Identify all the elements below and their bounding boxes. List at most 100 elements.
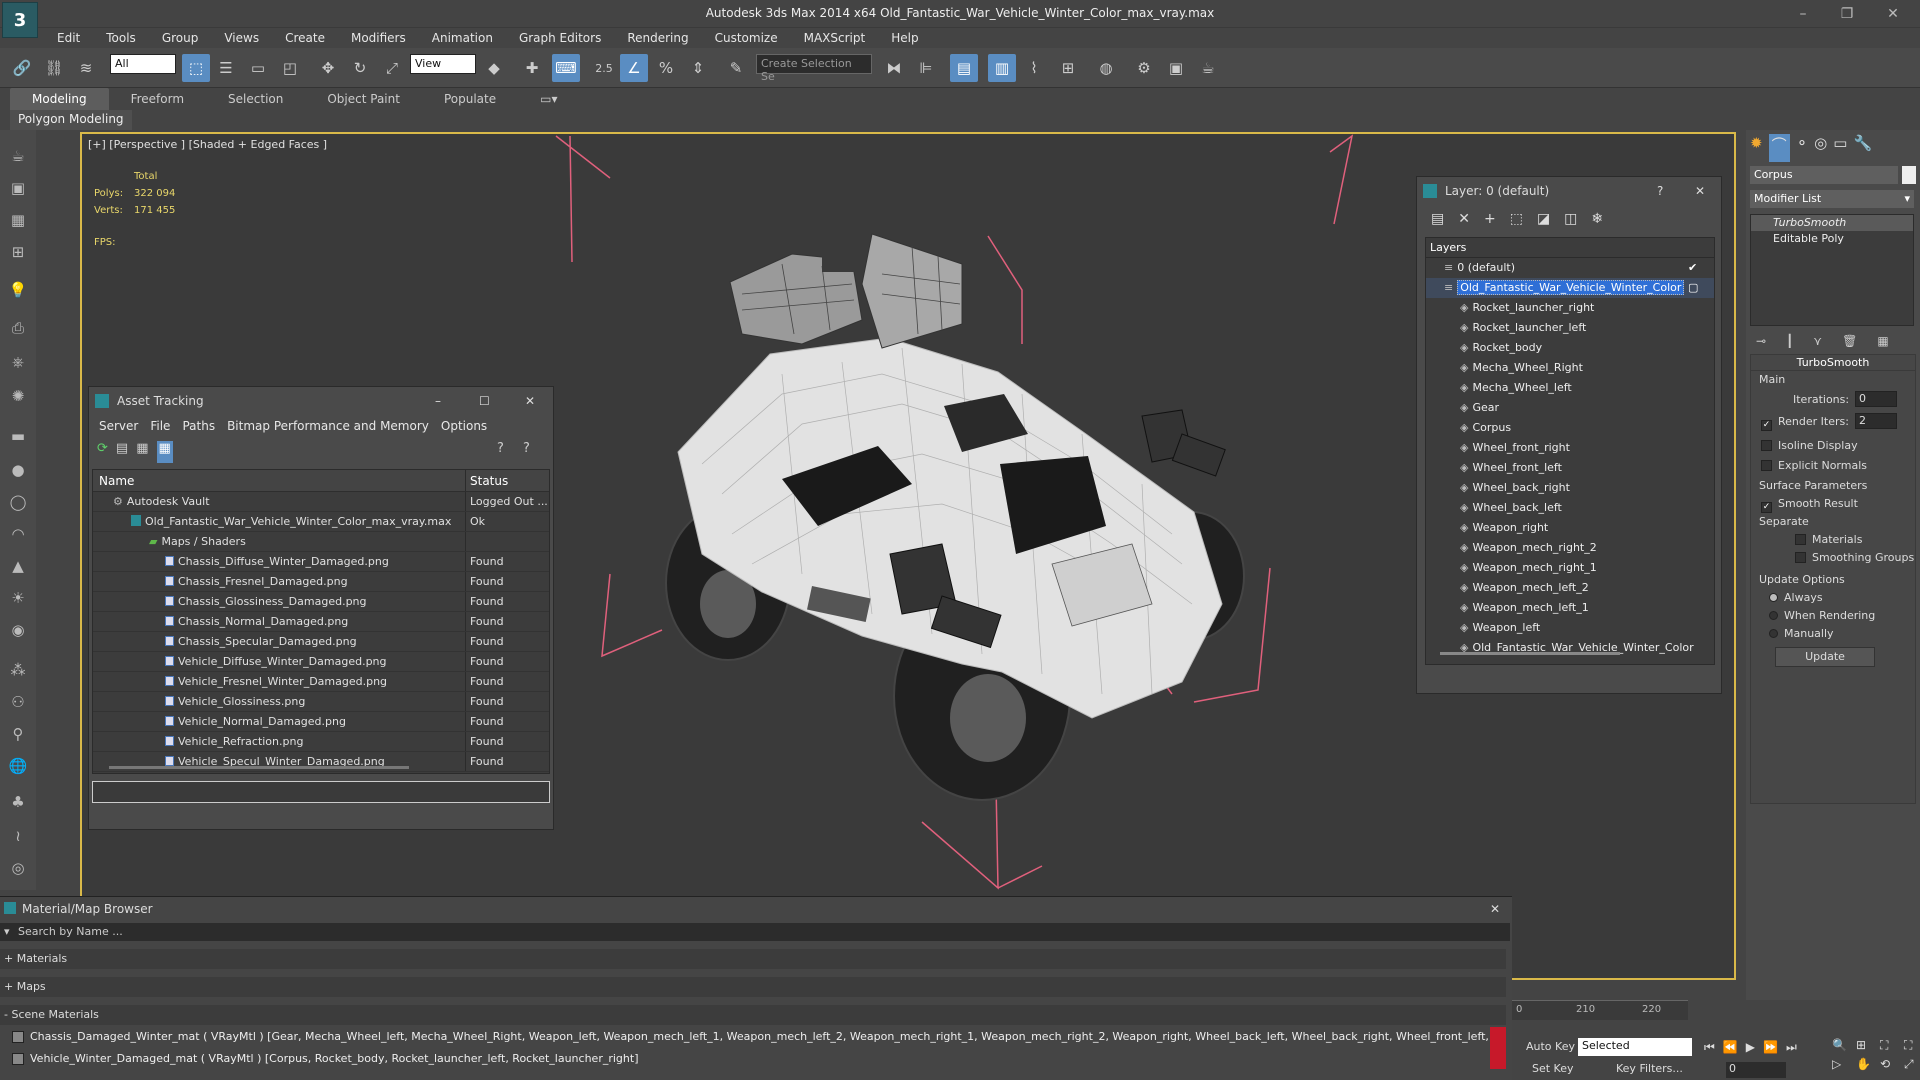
horizontal-scrollbar[interactable] [109,766,409,769]
layer-item[interactable]: ◈ Mecha_Wheel_left [1426,378,1714,398]
link-icon[interactable]: 🔗 [8,54,36,82]
at-menu-options[interactable]: Options [435,415,493,437]
align-icon[interactable]: ⊫ [912,54,940,82]
ribbon-options-icon[interactable]: ▭▾ [518,88,579,110]
reference-coord-dropdown[interactable]: View [410,54,476,74]
field-of-view-icon[interactable]: ▷ [1832,1057,1852,1072]
menu-create[interactable]: Create [272,28,338,48]
layer-item[interactable]: ◈ Rocket_launcher_left [1426,318,1714,338]
render-setup-icon[interactable]: ⚙ [1130,54,1158,82]
layer-item[interactable]: ◈ Weapon_mech_left_1 [1426,598,1714,618]
object-name-field[interactable]: Corpus [1750,166,1898,184]
isoline-checkbox[interactable] [1761,440,1772,451]
plane-icon[interactable]: ▬ [6,424,30,448]
render-production-icon[interactable]: ☕ [1194,54,1222,82]
layer-item[interactable]: ◈ Weapon_mech_right_1 [1426,558,1714,578]
layer-item[interactable]: ◈ Corpus [1426,418,1714,438]
zoom-all-icon[interactable]: ⊞ [1856,1038,1876,1053]
camera-icon[interactable]: ⎙ [6,316,30,340]
rendered-frame-window-icon[interactable]: ▣ [1162,54,1190,82]
close-icon[interactable]: ✕ [525,387,535,415]
update-button[interactable]: Update [1775,647,1875,667]
tab-modeling[interactable]: Modeling [10,88,109,110]
window-crossing-icon[interactable]: ◰ [276,54,304,82]
spreadsheet-icon[interactable]: ▦ [6,208,30,232]
globe-icon[interactable]: 🌐 [6,754,30,778]
key-filters-button[interactable]: Key Filters... [1616,1062,1683,1075]
modify-tab-icon[interactable]: ⌒ [1768,134,1790,162]
delete-layer-icon[interactable]: ✕ [1458,211,1470,231]
time-slider-track[interactable]: 0 210 220 [1512,1000,1688,1020]
table-row[interactable]: Vehicle_Specul_Winter_Damaged.png Found [93,752,549,772]
particles-icon[interactable]: ⁂ [6,658,30,682]
group-maps[interactable]: + Maps [0,977,1506,997]
menu-animation[interactable]: Animation [419,28,506,48]
bones-icon[interactable]: ⚇ [6,690,30,714]
zoom-extents-icon[interactable]: ⛶ [1880,1038,1900,1053]
percent-snap-icon[interactable]: % [652,54,680,82]
group-scene-materials[interactable]: - Scene Materials [0,1005,1506,1025]
tab-object-paint[interactable]: Object Paint [305,88,422,110]
prev-frame-icon[interactable]: ⏪ [1723,1040,1738,1055]
active-check-icon[interactable]: ✔ [1688,258,1697,278]
menu-tools[interactable]: Tools [93,28,149,48]
modifier-list-dropdown[interactable]: Modifier List ▾ [1750,190,1914,208]
smoothing-groups-checkbox[interactable] [1795,552,1806,563]
select-manipulate-icon[interactable]: ✚ [518,54,546,82]
app-logo-icon[interactable]: 3 [2,2,38,38]
ribbon-panel-polygon-modeling[interactable]: Polygon Modeling [10,110,132,130]
mirror-icon[interactable]: ⧓ [880,54,908,82]
material-item[interactable]: Chassis_Damaged_Winter_mat ( VRayMtl ) [… [8,1027,1498,1047]
menu-views[interactable]: Views [211,28,272,48]
table-row[interactable]: ▰ Maps / Shaders [93,532,549,552]
menu-maxscript[interactable]: MAXScript [791,28,879,48]
restore-icon[interactable]: ❐ [1830,4,1864,24]
at-menu-paths[interactable]: Paths [176,415,221,437]
layer-item[interactable]: ◈ Weapon_mech_right_2 [1426,538,1714,558]
layer-item[interactable]: ◈ Wheel_front_left [1426,458,1714,478]
column-status[interactable]: Status [466,470,549,491]
tab-freeform[interactable]: Freeform [109,88,206,110]
rollout-title[interactable]: TurboSmooth [1751,355,1915,371]
goto-start-icon[interactable]: ⏮ [1704,1040,1715,1055]
spinner-snap-icon[interactable]: ⇕ [684,54,712,82]
material-item[interactable]: Vehicle_Winter_Damaged_mat ( VRayMtl ) [… [8,1049,1498,1069]
rect-selection-icon[interactable]: ▭ [244,54,272,82]
render-iters-spinner[interactable]: 2 [1855,413,1897,429]
configure-modifier-sets-icon[interactable]: ▦ [1877,334,1888,348]
hair-icon[interactable]: ≀ [6,824,30,848]
layer-item[interactable]: ◈ Rocket_body [1426,338,1714,358]
help-icon[interactable]: ? [497,441,504,456]
box-icon[interactable]: ▣ [6,176,30,200]
teapot-icon[interactable]: ☕ [6,144,30,168]
stack-item-turbosmooth[interactable]: TurboSmooth [1751,215,1913,231]
table-row[interactable]: Old_Fantastic_War_Vehicle_Winter_Color_m… [93,512,549,532]
layers-header[interactable]: Layers [1426,238,1714,258]
minimize-icon[interactable]: – [1786,4,1820,24]
help-icon[interactable]: ? [1657,177,1663,205]
table-row[interactable]: Chassis_Specular_Damaged.png Found [93,632,549,652]
layer-item[interactable]: ◈ Old_Fantastic_War_Vehicle_Winter_Color [1426,638,1714,658]
select-by-name-icon[interactable]: ☰ [212,54,240,82]
material-search-field[interactable]: ▾ Search by Name ... [0,923,1510,941]
materials-checkbox[interactable] [1795,534,1806,545]
make-unique-icon[interactable]: ⋎ [1813,334,1822,348]
menu-group[interactable]: Group [149,28,212,48]
foliage-icon[interactable]: ♣ [6,790,30,814]
layer-item[interactable]: ◈ Gear [1426,398,1714,418]
when-rendering-radio[interactable] [1769,611,1778,620]
tab-populate[interactable]: Populate [422,88,518,110]
close-icon[interactable]: ✕ [1695,177,1705,205]
sky-icon[interactable]: ◉ [6,618,30,642]
table-row[interactable]: Chassis_Fresnel_Damaged.png Found [93,572,549,592]
group-materials[interactable]: + Materials [0,949,1506,969]
pin-stack-icon[interactable]: ⊸ [1756,334,1766,348]
layer-manager-icon[interactable]: ▤ [950,54,978,82]
layer-item[interactable]: ≡ 0 (default) ✔ [1426,258,1714,278]
at-menu-bitmap[interactable]: Bitmap Performance and Memory [221,415,435,437]
set-key-button[interactable]: Set Key [1532,1062,1574,1075]
menu-edit[interactable]: Edit [44,28,93,48]
cone-icon[interactable]: ▲ [6,554,30,578]
create-layer-icon[interactable]: ▤ [1431,211,1444,231]
minimize-icon[interactable]: – [435,387,441,415]
